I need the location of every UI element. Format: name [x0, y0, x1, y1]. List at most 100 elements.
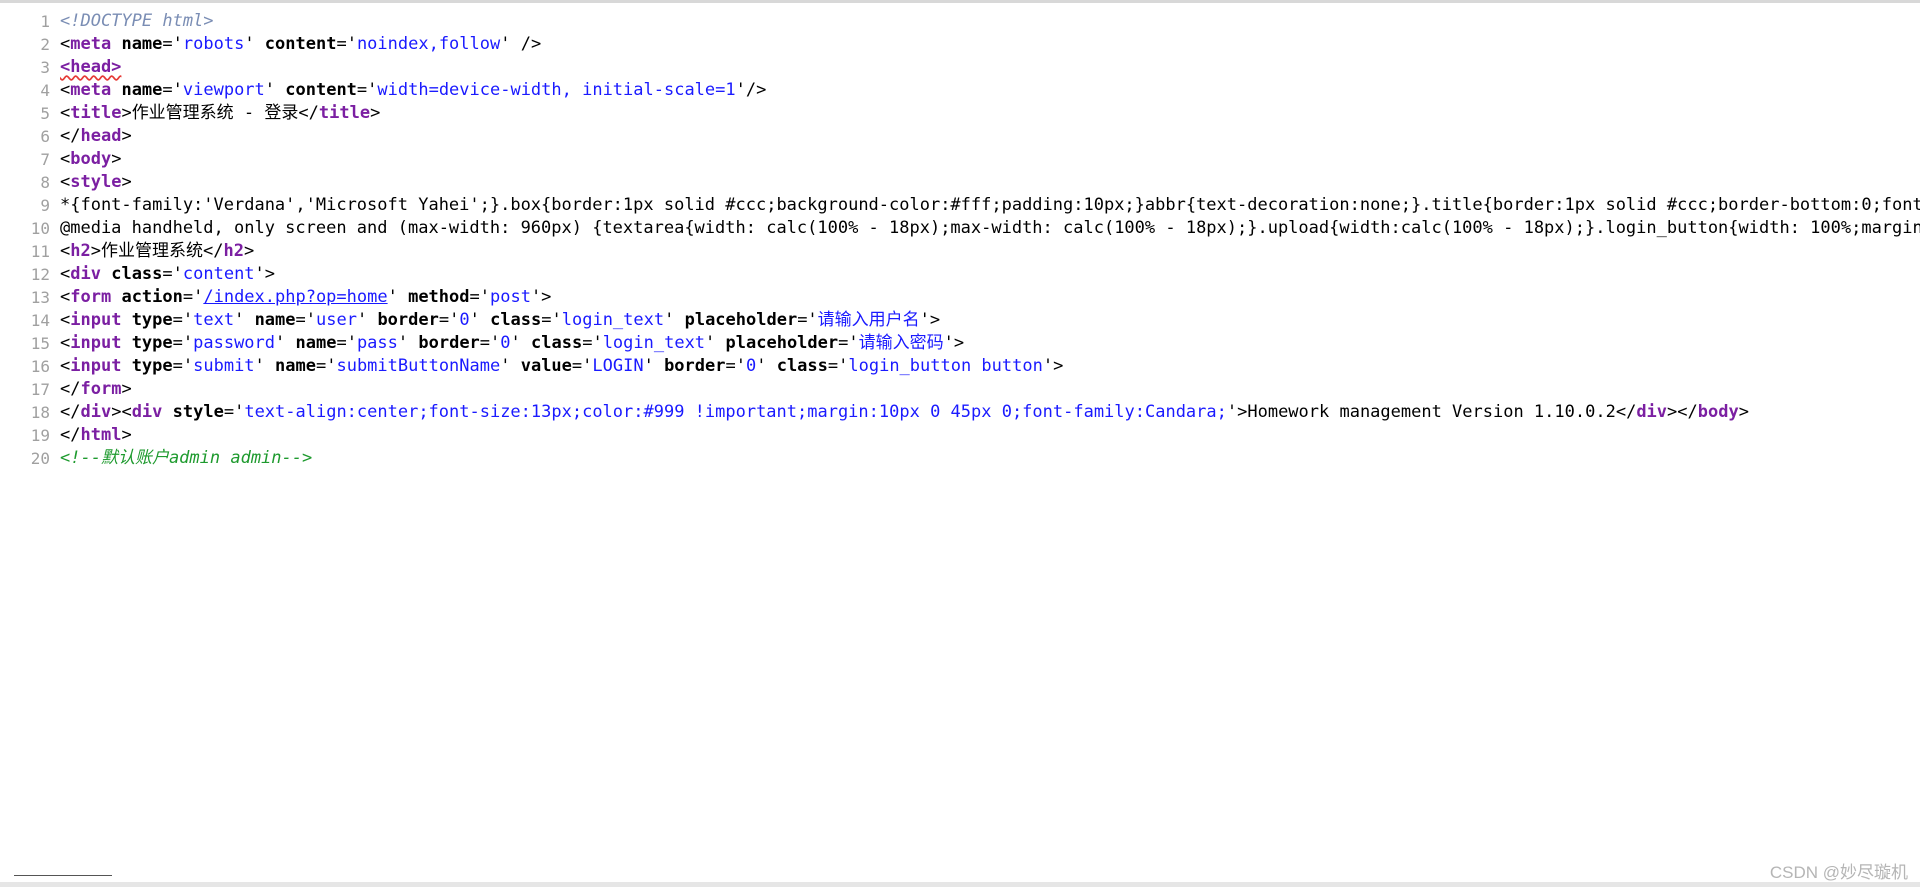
code-token: name	[121, 34, 163, 54]
code-token: @media handheld, only screen and (max-wi…	[60, 218, 1920, 238]
code-token: ='	[162, 80, 183, 100]
code-token: ='	[356, 80, 378, 100]
code-token: ='	[172, 333, 194, 353]
code-token: <	[60, 103, 71, 123]
code-token: head	[80, 126, 122, 146]
code-token: viewport	[182, 80, 265, 100]
code-line[interactable]: 10 @media handheld, only screen and (max-…	[0, 217, 1920, 240]
code-token: '	[356, 310, 378, 330]
code-line[interactable]: 12 <div class='content'>	[0, 263, 1920, 286]
code-token: ='	[438, 310, 460, 330]
line-number: 16	[30, 357, 50, 376]
code-token: border	[418, 333, 480, 353]
code-token: '>	[1226, 402, 1248, 422]
code-text: </div><div style='text-align:center;font…	[60, 401, 1749, 424]
code-token: 作业管理系统 - 登录	[131, 103, 299, 123]
code-line[interactable]: 16 <input type='submit' name='submitButto…	[0, 355, 1920, 378]
code-token: title	[70, 103, 122, 123]
code-token: '	[387, 287, 409, 307]
code-token: <	[60, 172, 71, 192]
code-line[interactable]: 7 <body>	[0, 148, 1920, 171]
code-token: class	[490, 310, 542, 330]
code-token: robots	[182, 34, 245, 54]
code-line[interactable]: 20 <!--默认账户admin admin-->	[0, 447, 1920, 470]
code-line[interactable]: 8 <style>	[0, 171, 1920, 194]
code-token: '	[275, 333, 296, 353]
code-text: <meta name='viewport' content='width=dev…	[60, 79, 766, 102]
code-token: content	[285, 80, 357, 100]
code-line[interactable]: 5 <title>作业管理系统 - 登录</title>	[0, 102, 1920, 125]
code-token: ='	[479, 333, 501, 353]
code-text: <input type='password' name='pass' borde…	[60, 332, 964, 355]
code-token: method	[408, 287, 470, 307]
line-number: 12	[30, 265, 50, 284]
line-number: 13	[30, 288, 50, 307]
code-token: Homework management Version 1.10.0.2	[1247, 402, 1616, 422]
line-number: 11	[30, 242, 50, 261]
code-token: login_text	[561, 310, 665, 330]
code-line[interactable]: 9 *{font-family:'Verdana','Microsoft Yahe…	[0, 194, 1920, 217]
code-line[interactable]: 17 </form>	[0, 378, 1920, 401]
code-text: <head>	[60, 56, 121, 79]
line-number: 3	[40, 58, 50, 77]
code-token: submit	[193, 356, 255, 376]
line-number: 20	[30, 449, 50, 468]
code-line[interactable]: 13 <form action='/index.php?op=home' meth…	[0, 286, 1920, 309]
code-token: type	[131, 310, 173, 330]
code-token: '>	[943, 333, 965, 353]
code-token: value	[520, 356, 572, 376]
code-line[interactable]: 6 </head>	[0, 125, 1920, 148]
code-token: </	[298, 103, 319, 123]
code-token: ='	[162, 34, 183, 54]
code-token: ='	[469, 287, 490, 307]
code-line[interactable]: 11 <h2>作业管理系统</h2>	[0, 240, 1920, 263]
code-token: >	[111, 149, 122, 169]
code-line[interactable]: 4 <meta name='viewport' content='width=de…	[0, 79, 1920, 102]
line-number: 2	[40, 35, 50, 54]
code-token: <head>	[60, 57, 122, 77]
code-token: html	[80, 425, 122, 445]
code-token: >	[121, 172, 132, 192]
code-token: 请输入用户名	[817, 310, 920, 330]
code-token: '	[264, 80, 286, 100]
code-line[interactable]: 2 <meta name='robots' content='noindex,fo…	[0, 33, 1920, 56]
code-token: '	[234, 310, 255, 330]
code-token: ='	[541, 310, 562, 330]
code-token: /index.php?op=home	[203, 287, 388, 307]
code-text: <title>作业管理系统 - 登录</title>	[60, 102, 380, 125]
code-line[interactable]: 14 <input type='text' name='user' border=…	[0, 309, 1920, 332]
line-number: 15	[30, 334, 50, 353]
code-token: LOGIN	[592, 356, 644, 376]
code-token: type	[131, 356, 173, 376]
code-token: style	[70, 172, 122, 192]
code-line[interactable]: 3 <head>	[0, 56, 1920, 79]
code-token: ='	[838, 333, 859, 353]
line-number: 8	[40, 173, 50, 192]
code-token: submitButtonName	[336, 356, 501, 376]
code-text: </html>	[60, 424, 132, 447]
horizontal-scrollbar-thumb[interactable]	[14, 875, 112, 876]
code-token: ='	[223, 402, 245, 422]
code-line[interactable]: 15 <input type='password' name='pass' bor…	[0, 332, 1920, 355]
code-line[interactable]: 1 <!DOCTYPE html>	[0, 10, 1920, 33]
code-token: 0	[745, 356, 757, 376]
line-number: 7	[40, 150, 50, 169]
code-line[interactable]: 19 </html>	[0, 424, 1920, 447]
code-token: 请输入密码	[858, 333, 944, 353]
code-token: meta	[70, 80, 112, 100]
code-token: action	[121, 287, 183, 307]
code-token: ='	[797, 310, 818, 330]
code-line[interactable]: 18 </div><div style='text-align:center;fo…	[0, 401, 1920, 424]
code-editor[interactable]: 1 <!DOCTYPE html> 2 <meta name='robots' con…	[0, 10, 1920, 870]
code-token: noindex,follow	[356, 34, 501, 54]
code-token: name	[295, 333, 337, 353]
code-token: >	[121, 126, 132, 146]
code-token: <	[60, 34, 71, 54]
code-text: <style>	[60, 171, 132, 194]
code-text: <h2>作业管理系统</h2>	[60, 240, 254, 263]
